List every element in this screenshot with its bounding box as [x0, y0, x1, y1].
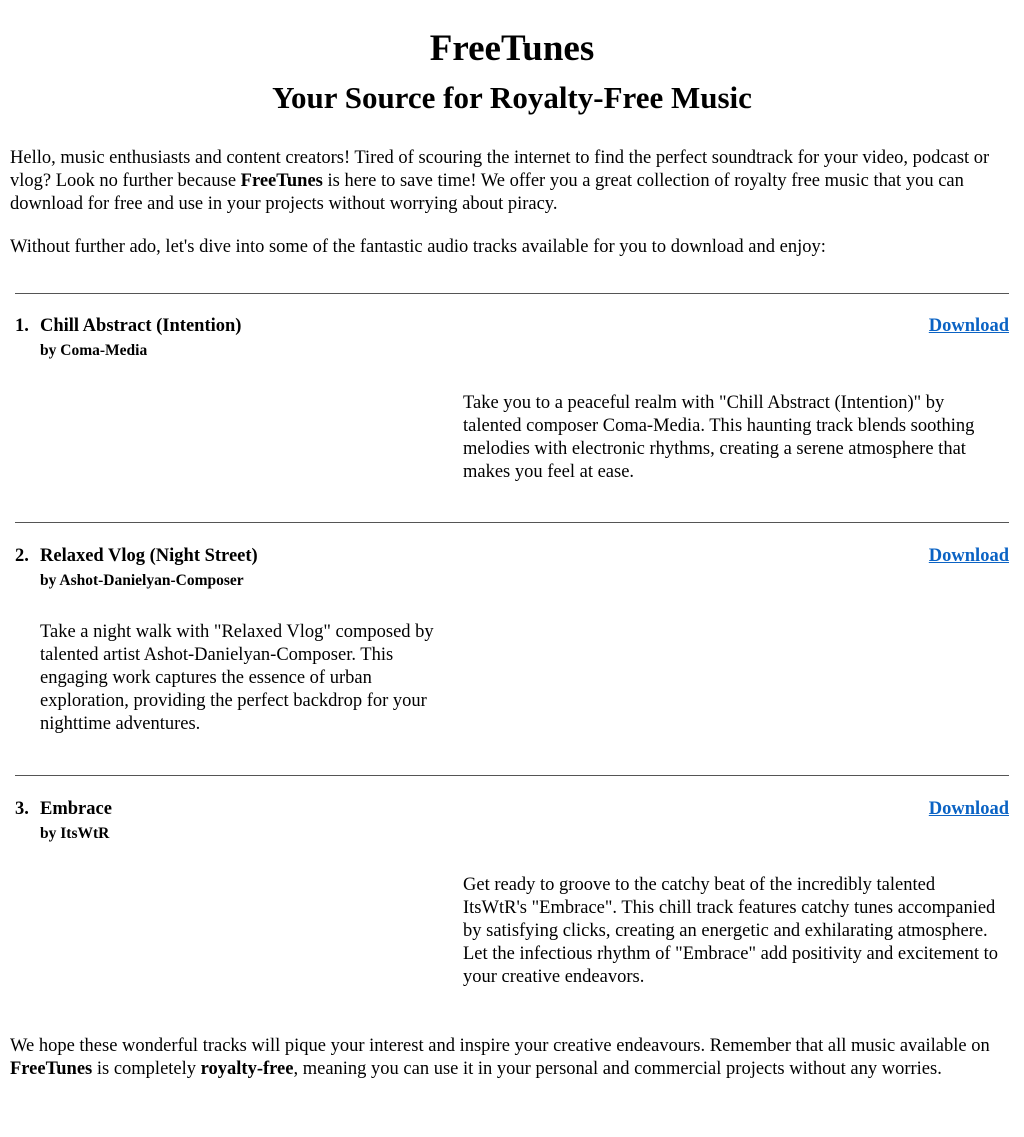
track-number: 3. [15, 799, 29, 819]
site-subtitle: Your Source for Royalty-Free Music [272, 80, 752, 115]
track-number: 2. [15, 546, 29, 566]
track-divider [15, 522, 1009, 523]
download-link[interactable]: Download [929, 798, 1009, 821]
closing-emphasis: royalty-free [200, 1059, 294, 1079]
track-number: 1. [15, 316, 29, 336]
track-title: Embrace [40, 799, 112, 819]
download-link[interactable]: Download [929, 545, 1009, 568]
track-artist: by ItsWtR [40, 825, 110, 842]
intro-paragraph: Hello, music enthusiasts and content cre… [10, 147, 1000, 216]
track-description: Take you to a peaceful realm with "Chill… [463, 393, 975, 482]
download-link[interactable]: Download [929, 315, 1009, 338]
closing-text-end: , meaning you can use it in your persona… [293, 1059, 942, 1079]
track-description: Get ready to groove to the catchy beat o… [463, 875, 999, 987]
track-divider [15, 775, 1009, 776]
closing-text-middle: is completely [92, 1059, 201, 1079]
closing-text-start: We hope these wonderful tracks will piqu… [10, 1036, 990, 1056]
intro-lead-in: Without further ado, let's dive into som… [10, 237, 826, 257]
track-description: Take a night walk with "Relaxed Vlog" co… [40, 622, 434, 734]
intro-brand-name: FreeTunes [240, 171, 323, 191]
track-title: Relaxed Vlog (Night Street) [40, 546, 258, 566]
track-divider [15, 293, 1009, 294]
site-title: FreeTunes [429, 28, 595, 69]
track-artist: by Ashot-Danielyan-Composer [40, 572, 244, 589]
closing-brand-name: FreeTunes [10, 1059, 93, 1079]
track-title: Chill Abstract (Intention) [40, 316, 242, 336]
closing-paragraph: We hope these wonderful tracks will piqu… [10, 1035, 1000, 1081]
track-artist: by Coma-Media [40, 342, 148, 359]
page: FreeTunes Your Source for Royalty-Free M… [0, 0, 1024, 1137]
